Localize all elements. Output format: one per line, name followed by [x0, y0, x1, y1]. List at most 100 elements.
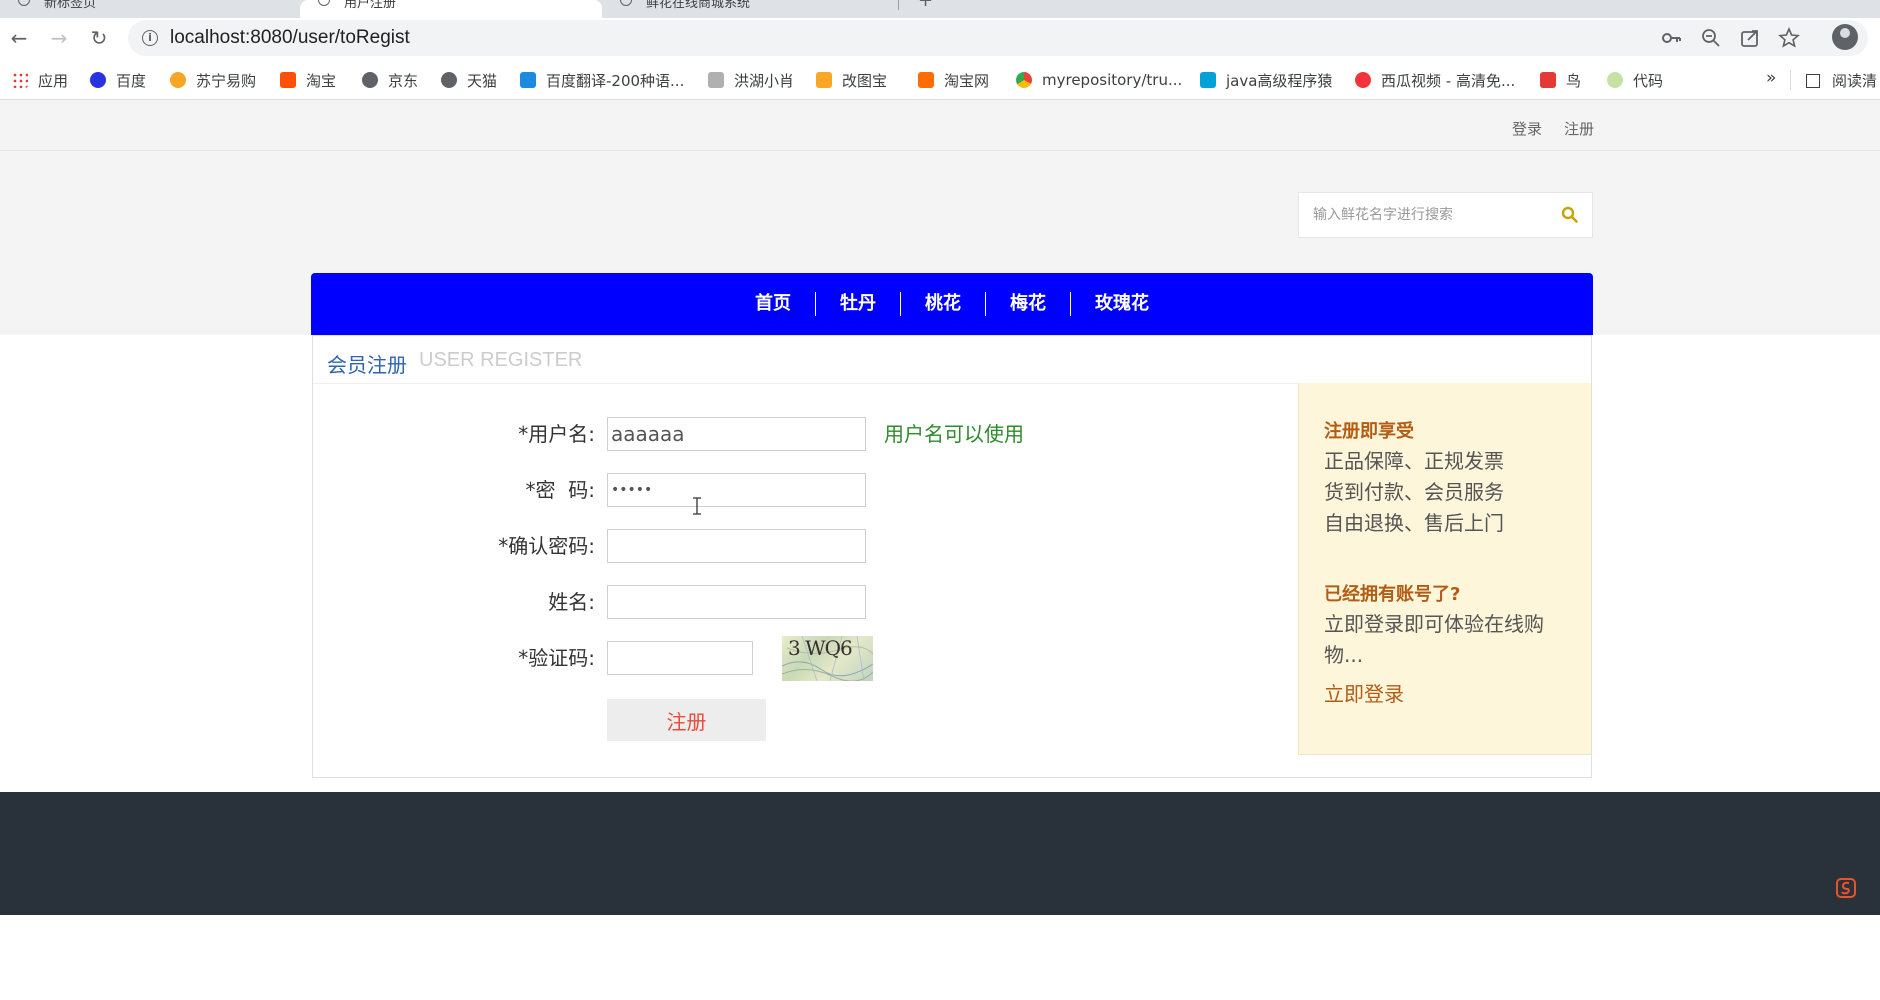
- benefit-line: 正品保障、正规发票: [1324, 449, 1504, 473]
- bilibili-tv-icon: [1200, 72, 1216, 88]
- bookmarks-overflow-button[interactable]: »: [1766, 68, 1776, 88]
- globe-icon: [441, 72, 457, 88]
- username-row: *用户名: 用户名可以使用: [313, 417, 1213, 451]
- bookmark-label: 洪湖小肖: [734, 71, 795, 90]
- captcha-field[interactable]: [607, 641, 753, 675]
- globe-icon: [620, 0, 632, 6]
- browser-toolbar: ← → ↻ i localhost:8080/user/toRegist: [0, 18, 1880, 58]
- captcha-label: *验证码:: [518, 646, 595, 670]
- username-field[interactable]: [607, 417, 866, 451]
- bookmark-label: myrepository/tru...: [1042, 71, 1183, 89]
- browser-tab[interactable]: 鲜花在线商城系统: [602, 0, 898, 18]
- bookmark-label: java高级程序猿: [1226, 71, 1333, 90]
- bird-icon: [708, 72, 724, 88]
- benefit-line: 自由退换、售后上门: [1324, 511, 1504, 535]
- key-icon[interactable]: [1660, 27, 1682, 49]
- captcha-row: *验证码: 3 WQ6: [313, 636, 1213, 681]
- browser-tab-title: 新标签页: [44, 0, 97, 11]
- globe-icon: [362, 72, 378, 88]
- search-input[interactable]: [1299, 193, 1549, 237]
- nav-item-peony[interactable]: 牡丹: [816, 292, 901, 316]
- bookmark-item[interactable]: 淘宝网: [918, 70, 989, 90]
- page-viewport: 登录 注册 首页 牡丹 桃花 梅花 玫瑰花 会员注册 USER REGISTER…: [0, 100, 1880, 1000]
- chrome-icon: [1016, 72, 1032, 88]
- login-prompt-text: 立即登录即可体验在线购物...: [1324, 612, 1544, 667]
- bookmark-item[interactable]: 京东: [362, 70, 418, 90]
- benefits-panel: 注册即享受 正品保障、正规发票 货到付款、会员服务 自由退换、售后上门 已经拥有…: [1298, 383, 1591, 755]
- confirm-password-label: *确认密码:: [498, 534, 595, 558]
- bookmark-label: 天猫: [467, 71, 498, 90]
- bookmark-item[interactable]: 百度翻译-200种语...: [520, 70, 684, 90]
- existing-account-heading: 已经拥有账号了?: [1324, 584, 1461, 605]
- bird-icon: [1540, 72, 1556, 88]
- bookmark-item[interactable]: 改图宝: [816, 70, 887, 90]
- main-nav: 首页 牡丹 桃花 梅花 玫瑰花: [311, 273, 1593, 335]
- baidu-paw-icon: [90, 72, 106, 88]
- browser-tab-active[interactable]: 用户注册: [300, 0, 602, 18]
- bookmark-label: 百度: [116, 71, 147, 90]
- realname-label: 姓名:: [548, 590, 595, 614]
- image-edit-icon: [816, 72, 832, 88]
- site-top-bar: 登录 注册: [0, 100, 1880, 151]
- bookmark-item[interactable]: 苏宁易购: [170, 70, 256, 90]
- bookmark-item[interactable]: 西瓜视频 - 高清免...: [1355, 70, 1515, 90]
- bookmark-label: 京东: [388, 71, 419, 90]
- bookmark-label: 淘宝网: [944, 71, 990, 90]
- bookmark-star-icon[interactable]: [1778, 26, 1800, 49]
- bookmark-apps[interactable]: 应用: [12, 70, 68, 90]
- new-tab-button[interactable]: +: [918, 0, 933, 11]
- bookmarks-divider: [1790, 70, 1791, 90]
- reading-list-icon: [1806, 74, 1820, 88]
- bookmark-item[interactable]: myrepository/tru...: [1016, 70, 1182, 90]
- register-panel: 会员注册 USER REGISTER *用户名: 用户名可以使用 *密 码: *…: [312, 335, 1592, 778]
- confirm-password-row: *确认密码:: [313, 529, 1213, 563]
- bookmark-item[interactable]: 天猫: [441, 70, 497, 90]
- bookmark-item[interactable]: 百度: [90, 70, 146, 90]
- browser-tab[interactable]: 新标签页: [0, 0, 300, 18]
- address-bar-url[interactable]: localhost:8080/user/toRegist: [170, 27, 410, 49]
- reload-icon[interactable]: ↻: [84, 23, 114, 53]
- bookmark-item[interactable]: java高级程序猿: [1200, 70, 1332, 90]
- password-field[interactable]: [607, 473, 866, 507]
- confirm-password-field[interactable]: [607, 529, 866, 563]
- register-title: 会员注册: [327, 353, 407, 377]
- suning-icon: [170, 72, 186, 88]
- reading-list-button[interactable]: 阅读清: [1806, 70, 1877, 91]
- search-box: [1298, 192, 1593, 238]
- back-arrow-icon[interactable]: ←: [4, 23, 34, 53]
- profile-avatar-icon[interactable]: [1832, 24, 1858, 50]
- forward-arrow-icon[interactable]: →: [44, 23, 74, 53]
- globe-icon: [318, 0, 330, 6]
- register-link[interactable]: 注册: [1564, 118, 1594, 139]
- reading-list-label: 阅读清: [1832, 72, 1878, 90]
- nav-item-peach-blossom[interactable]: 桃花: [901, 292, 986, 316]
- browser-tab-title: 鲜花在线商城系统: [646, 0, 751, 11]
- bookmark-item[interactable]: 代码: [1607, 70, 1663, 90]
- bookmark-label: 百度翻译-200种语...: [546, 71, 685, 90]
- bookmark-item[interactable]: 洪湖小肖: [708, 70, 794, 90]
- login-link[interactable]: 登录: [1512, 118, 1542, 139]
- nav-item-home[interactable]: 首页: [731, 292, 816, 316]
- info-icon[interactable]: i: [142, 30, 158, 46]
- register-submit-button[interactable]: 注册: [607, 699, 766, 741]
- password-label: *密 码:: [525, 478, 595, 502]
- zoom-icon[interactable]: [1700, 27, 1722, 49]
- ime-logo-icon: [1836, 878, 1856, 898]
- captcha-image[interactable]: 3 WQ6: [782, 636, 873, 681]
- bookmark-label: 改图宝: [842, 71, 888, 90]
- globe-icon: [18, 0, 30, 6]
- bookmark-item[interactable]: 鸟: [1540, 70, 1581, 90]
- nav-item-rose[interactable]: 玫瑰花: [1071, 292, 1173, 316]
- bookmark-label: 淘宝: [306, 71, 337, 90]
- search-icon[interactable]: [1561, 206, 1578, 223]
- address-bar[interactable]: i localhost:8080/user/toRegist: [128, 20, 1868, 56]
- username-label: *用户名:: [518, 422, 595, 446]
- nav-item-plum-blossom[interactable]: 梅花: [986, 292, 1071, 316]
- realname-field[interactable]: [607, 585, 866, 619]
- bookmark-item[interactable]: 淘宝: [280, 70, 336, 90]
- login-now-link[interactable]: 立即登录: [1324, 678, 1404, 707]
- bookmark-label: 应用: [38, 71, 69, 90]
- benefit-line: 货到付款、会员服务: [1324, 480, 1504, 504]
- share-icon[interactable]: [1739, 27, 1761, 49]
- apps-grid-icon: [12, 72, 28, 88]
